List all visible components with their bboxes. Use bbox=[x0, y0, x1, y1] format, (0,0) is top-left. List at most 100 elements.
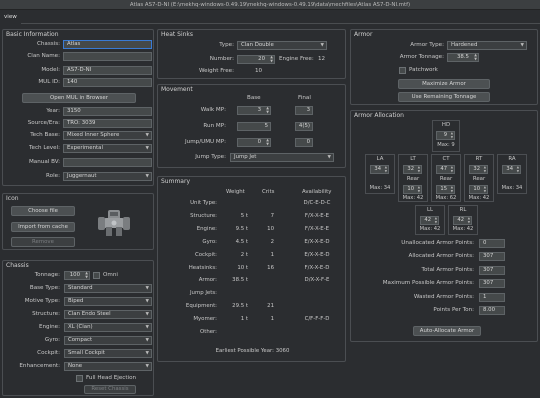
summary-row: Other: bbox=[158, 328, 347, 338]
structure-combo[interactable]: Clan Endo Steel ▼ bbox=[64, 310, 152, 319]
chevron-down-icon: ▼ bbox=[145, 146, 149, 151]
source-era-label: Source/Era: bbox=[27, 120, 60, 126]
rl-max: Max: 42 bbox=[452, 226, 474, 232]
spinner-down-icon[interactable]: ▼ bbox=[484, 169, 486, 173]
gyro-value: Compact bbox=[68, 337, 93, 343]
maximize-armor-button[interactable]: Maximize Armor bbox=[398, 79, 490, 89]
base-type-value: Standard bbox=[68, 285, 93, 291]
gyro-combo[interactable]: Compact ▼ bbox=[64, 336, 152, 345]
model-field[interactable]: AS7-D-NI bbox=[63, 66, 152, 75]
spinner-down-icon[interactable]: ▼ bbox=[266, 110, 269, 114]
rl-location: RL 42 ▲ ▼ Max: 42 bbox=[448, 205, 478, 235]
jump-mp-spinner[interactable]: 0 ▲ ▼ bbox=[237, 138, 271, 147]
hd-location: HD 9 ▲ ▼ Max: 9 bbox=[432, 120, 460, 152]
spinner-down-icon[interactable]: ▼ bbox=[517, 169, 519, 173]
summary-row-label: Unit Type: bbox=[190, 200, 217, 206]
import-from-cache-button[interactable]: Import from cache bbox=[11, 222, 75, 232]
ct-armor-value: 47 bbox=[440, 166, 447, 172]
jump-type-combo[interactable]: Jump Jet ▼ bbox=[230, 153, 334, 162]
structure-value: Clan Endo Steel bbox=[68, 311, 111, 317]
lt-max: Max: 42 bbox=[402, 195, 424, 201]
spinner-down-icon[interactable]: ▼ bbox=[451, 135, 453, 139]
manual-bv-field[interactable] bbox=[63, 158, 152, 167]
heat-sink-number-spinner[interactable]: 20 ▲ ▼ bbox=[237, 55, 275, 64]
weight-free-value: 10 bbox=[255, 68, 263, 74]
summary-row-crits: 1 bbox=[270, 251, 274, 258]
remove-icon-button[interactable]: Remove bbox=[11, 237, 75, 247]
rt-rear-spinner[interactable]: 10 ▲ ▼ bbox=[469, 185, 488, 194]
clan-name-field[interactable] bbox=[63, 52, 152, 61]
enhancement-combo[interactable]: None ▼ bbox=[64, 362, 152, 371]
spinner-down-icon[interactable]: ▼ bbox=[418, 189, 420, 193]
armor-type-combo[interactable]: Hardened ▼ bbox=[447, 41, 527, 50]
tech-base-combo[interactable]: Mixed Inner Sphere ▼ bbox=[63, 131, 152, 140]
patchwork-checkbox[interactable] bbox=[399, 67, 406, 74]
tech-level-combo[interactable]: Experimental ▼ bbox=[63, 144, 152, 153]
ll-max: Max: 42 bbox=[419, 226, 441, 232]
chevron-down-icon: ▼ bbox=[145, 325, 149, 330]
spinner-down-icon[interactable]: ▼ bbox=[451, 169, 453, 173]
summary-row-availability: E/X-X-E-D bbox=[304, 238, 330, 245]
gyro-label: Gyro: bbox=[44, 337, 60, 343]
ct-max: Max: 62 bbox=[435, 195, 457, 201]
source-era-field[interactable]: TRO: 3039 bbox=[63, 119, 152, 128]
use-remaining-tonnage-button[interactable]: Use Remaining Tonnage bbox=[398, 92, 490, 102]
role-label: Role: bbox=[46, 173, 60, 179]
spinner-down-icon[interactable]: ▼ bbox=[451, 189, 453, 193]
spinner-down-icon[interactable]: ▼ bbox=[474, 57, 477, 61]
armor-tonnage-spinner[interactable]: 38.5 ▲ ▼ bbox=[447, 53, 479, 62]
summary-row: Structure: 5 t 7 F/X-X-E-E bbox=[158, 212, 347, 222]
la-label: LA bbox=[376, 156, 384, 162]
spinner-down-icon[interactable]: ▼ bbox=[418, 169, 420, 173]
year-field[interactable]: 3150 bbox=[63, 107, 152, 116]
engine-value: XL (Clan) bbox=[68, 324, 93, 330]
tab-view[interactable]: view bbox=[0, 11, 21, 24]
ct-rear-spinner[interactable]: 15 ▲ ▼ bbox=[436, 185, 455, 194]
lt-rear-spinner[interactable]: 10 ▲ ▼ bbox=[403, 185, 422, 194]
spinner-down-icon[interactable]: ▼ bbox=[85, 275, 88, 279]
base-type-combo[interactable]: Standard ▼ bbox=[64, 284, 152, 293]
tonnage-spinner[interactable]: 100 ▲ ▼ bbox=[64, 271, 90, 280]
jump-mp-value: 0 bbox=[257, 139, 261, 145]
spinner-down-icon[interactable]: ▼ bbox=[468, 220, 470, 224]
walk-mp-spinner[interactable]: 3 ▲ ▼ bbox=[237, 106, 271, 115]
spinner-down-icon[interactable]: ▼ bbox=[270, 59, 273, 63]
omni-checkbox[interactable] bbox=[93, 272, 100, 279]
cockpit-combo[interactable]: Small Cockpit ▼ bbox=[64, 349, 152, 358]
armor-allocation-panel: Armor Allocation HD 9 ▲ ▼ Max: 9 LA 34 ▲ ▼ M… bbox=[350, 110, 538, 342]
engine-combo[interactable]: XL (Clan) ▼ bbox=[64, 323, 152, 332]
role-combo[interactable]: Juggernaut ▼ bbox=[63, 172, 152, 181]
chevron-down-icon: ▼ bbox=[320, 43, 324, 48]
ll-armor-spinner[interactable]: 42 ▲ ▼ bbox=[420, 216, 439, 225]
armor-stat-row: Unallocated Armor Points: 0 bbox=[351, 239, 539, 249]
summary-panel: Summary Weight Crits Availability Unit T… bbox=[157, 176, 346, 362]
motive-type-combo[interactable]: Biped ▼ bbox=[64, 297, 152, 306]
spinner-down-icon[interactable]: ▼ bbox=[484, 189, 486, 193]
mul-id-field[interactable]: 140 bbox=[63, 78, 152, 87]
auto-allocate-armor-button[interactable]: Auto-Allocate Armor bbox=[413, 326, 481, 336]
spinner-down-icon[interactable]: ▼ bbox=[385, 169, 387, 173]
armor-allocation-title: Armor Allocation bbox=[354, 112, 404, 119]
chassis-field[interactable]: Atlas bbox=[63, 40, 152, 49]
spinner-down-icon[interactable]: ▼ bbox=[266, 142, 269, 146]
manual-bv-label: Manual BV: bbox=[28, 159, 60, 165]
la-armor-spinner[interactable]: 34 ▲ ▼ bbox=[370, 165, 389, 174]
open-mul-button[interactable]: Open MUL in Browser bbox=[22, 93, 136, 103]
rt-armor-spinner[interactable]: 32 ▲ ▼ bbox=[469, 165, 488, 174]
ra-location: RA 34 ▲ ▼ Max: 34 bbox=[497, 154, 527, 194]
choose-file-button[interactable]: Choose file bbox=[11, 206, 75, 216]
spinner-down-icon[interactable]: ▼ bbox=[435, 220, 437, 224]
full-head-ejection-checkbox[interactable] bbox=[76, 375, 83, 382]
hd-armor-spinner[interactable]: 9 ▲ ▼ bbox=[436, 131, 455, 140]
ra-armor-spinner[interactable]: 34 ▲ ▼ bbox=[502, 165, 521, 174]
summary-row-crits: 10 bbox=[267, 225, 274, 232]
rl-armor-spinner[interactable]: 42 ▲ ▼ bbox=[453, 216, 472, 225]
summary-row-availability: F/X-X-E-E bbox=[304, 212, 330, 219]
hd-armor-value: 9 bbox=[443, 132, 447, 138]
ct-armor-spinner[interactable]: 47 ▲ ▼ bbox=[436, 165, 455, 174]
reset-chassis-button[interactable]: Reset Chassis bbox=[84, 385, 136, 394]
heat-sink-type-combo[interactable]: Clan Double ▼ bbox=[237, 41, 327, 50]
lt-armor-spinner[interactable]: 32 ▲ ▼ bbox=[403, 165, 422, 174]
summary-row-label: Myomer: bbox=[193, 316, 217, 323]
rt-max: Max: 42 bbox=[468, 195, 490, 201]
